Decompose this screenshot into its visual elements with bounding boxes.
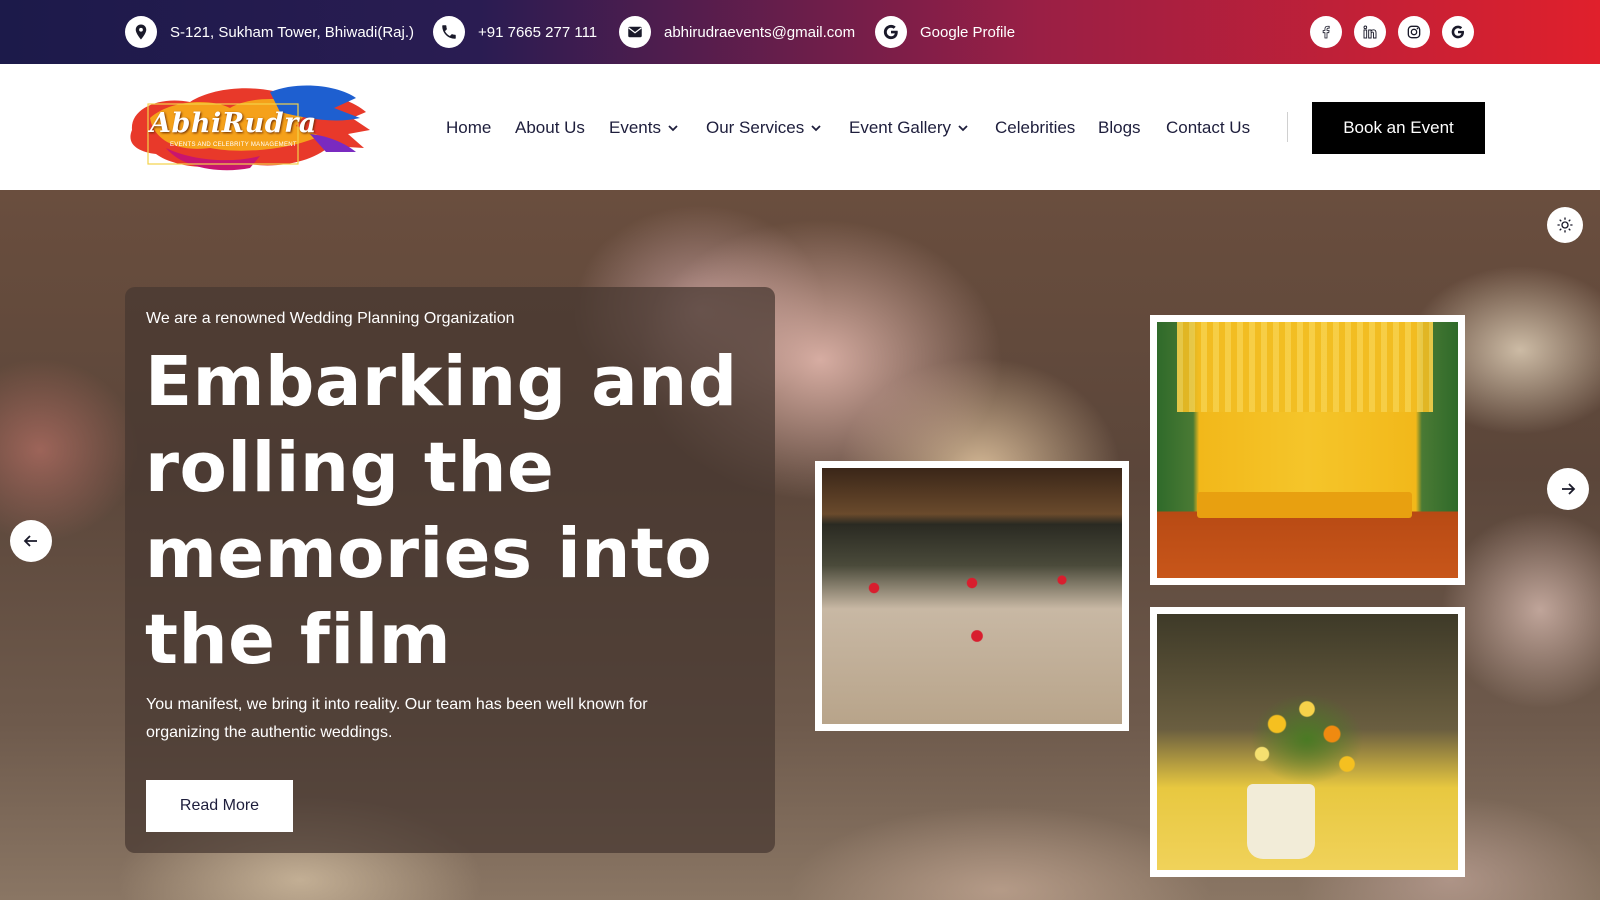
- phone-text: +91 7665 277 111: [478, 23, 598, 41]
- nav-event-gallery[interactable]: Event Gallery: [849, 114, 969, 142]
- hero-slider: We are a renowned Wedding Planning Organ…: [0, 190, 1600, 900]
- instagram-icon[interactable]: [1398, 16, 1430, 48]
- nav-label: Event Gallery: [849, 118, 952, 137]
- nav-about-us[interactable]: About Us: [515, 114, 585, 142]
- facebook-icon[interactable]: [1310, 16, 1342, 48]
- nav-celebrities[interactable]: Celebrities: [995, 114, 1075, 142]
- flower-vase-photo: [1150, 607, 1465, 877]
- mail-icon: [619, 16, 651, 48]
- google-profile-text: Google Profile: [920, 23, 1016, 41]
- phone-item[interactable]: +91 7665 277 111: [433, 16, 597, 48]
- email-item[interactable]: abhirudraevents@gmail.com: [619, 16, 855, 48]
- nav-label: Celebrities: [995, 118, 1076, 137]
- flower-vase-image: [1157, 614, 1458, 870]
- nav-blogs[interactable]: Blogs: [1098, 114, 1141, 142]
- chevron-down-icon: [668, 125, 678, 132]
- address-text: S-121, Sukham Tower, Bhiwadi(Raj.): [170, 23, 414, 41]
- top-info-bar: S-121, Sukham Tower, Bhiwadi(Raj.) +91 7…: [0, 0, 1600, 64]
- yellow-mandap-photo: [1150, 315, 1465, 585]
- address-item: S-121, Sukham Tower, Bhiwadi(Raj.): [125, 16, 414, 48]
- logo-tagline: EVENTS AND CELEBRITY MANAGEMENT: [170, 142, 297, 148]
- logo[interactable]: AbhiRudra EVENTS AND CELEBRITY MANAGEMEN…: [120, 78, 376, 174]
- google-social-icon[interactable]: [1442, 16, 1474, 48]
- read-more-button[interactable]: Read More: [146, 780, 293, 832]
- book-an-event-button[interactable]: Book an Event: [1312, 102, 1485, 154]
- nav-contact-us[interactable]: Contact Us: [1166, 114, 1250, 142]
- google-icon: [875, 16, 907, 48]
- nav-events[interactable]: Events: [609, 114, 679, 142]
- location-icon: [125, 16, 157, 48]
- logo-name: AbhiRudra: [150, 108, 317, 139]
- email-text: abhirudraevents@gmail.com: [664, 23, 856, 41]
- nav-divider: [1287, 112, 1288, 142]
- hero-eyebrow: We are a renowned Wedding Planning Organ…: [146, 310, 515, 327]
- nav-label: Contact Us: [1166, 118, 1251, 137]
- banquet-hall-photo: [815, 461, 1129, 731]
- banquet-hall-image: [822, 468, 1122, 724]
- nav-label: About Us: [515, 118, 585, 137]
- slider-next-arrow-icon[interactable]: [1547, 468, 1589, 510]
- hero-description: You manifest, we bring it into reality. …: [146, 696, 648, 741]
- nav-label: Home: [446, 118, 492, 137]
- nav-label: Our Services: [706, 118, 805, 137]
- theme-toggle-sun-icon[interactable]: [1547, 207, 1583, 243]
- phone-icon: [433, 16, 465, 48]
- chevron-down-icon: [811, 125, 821, 132]
- nav-our-services[interactable]: Our Services: [706, 114, 822, 142]
- chevron-down-icon: [958, 125, 968, 132]
- hero-headline: Embarking and rolling the memories into …: [145, 342, 738, 680]
- nav-home[interactable]: Home: [446, 114, 491, 142]
- hero-text-panel: We are a renowned Wedding Planning Organ…: [125, 287, 775, 853]
- main-header: AbhiRudra EVENTS AND CELEBRITY MANAGEMEN…: [0, 64, 1600, 190]
- google-profile-link[interactable]: Google Profile: [875, 16, 1015, 48]
- yellow-mandap-image: [1157, 322, 1458, 578]
- nav-label: Events: [609, 118, 661, 137]
- linkedin-icon[interactable]: [1354, 16, 1386, 48]
- slider-prev-arrow-icon[interactable]: [10, 520, 52, 562]
- nav-label: Blogs: [1098, 118, 1141, 137]
